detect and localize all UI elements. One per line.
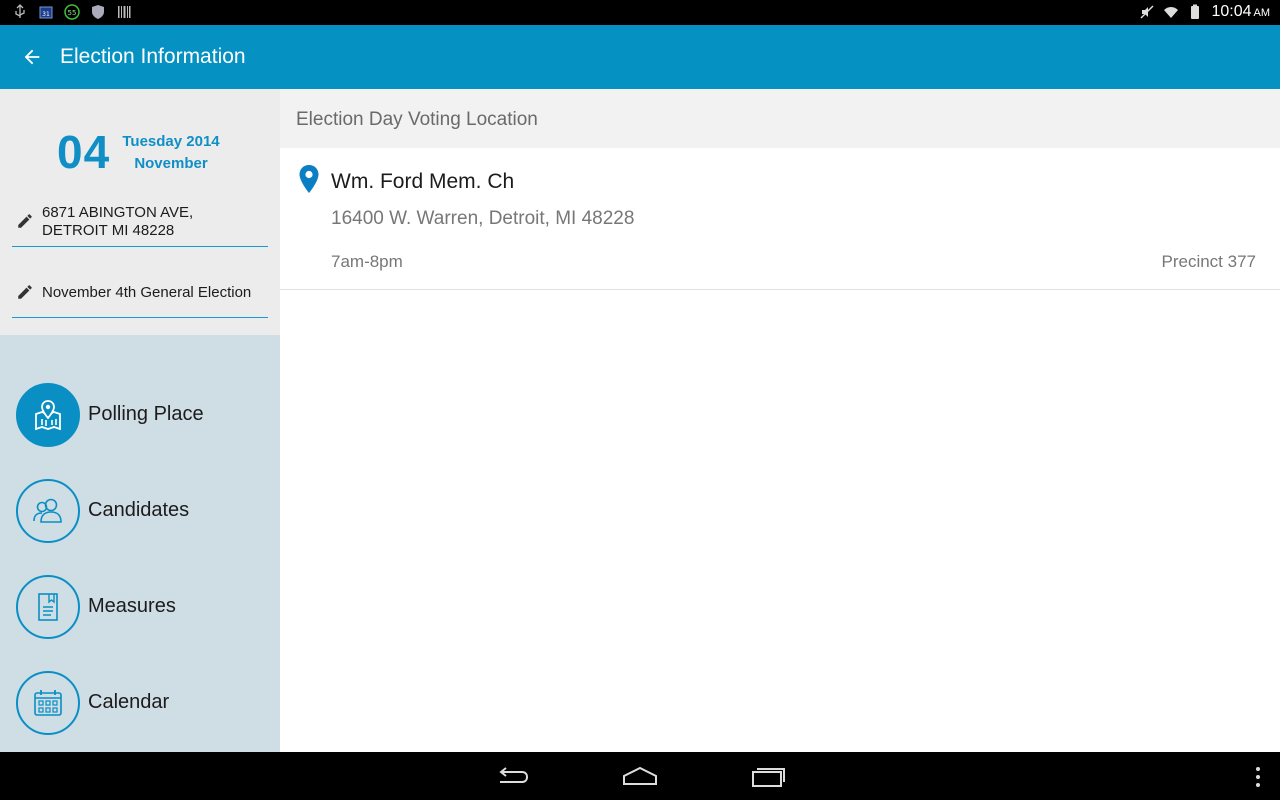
svg-text:31: 31 — [42, 11, 50, 18]
usb-icon — [12, 4, 28, 20]
nav-item-calendar[interactable]: Calendar — [16, 671, 266, 735]
calendar-icon: 31 — [38, 4, 54, 20]
address-line1: 6871 ABINGTON AVE, — [42, 204, 194, 221]
date-weekday-year: Tuesday 2014 — [122, 133, 220, 150]
candidates-icon-circle — [16, 479, 80, 543]
system-home-button[interactable] — [620, 762, 660, 790]
address-line2: DETROIT MI 48228 — [42, 222, 175, 239]
main-content: Election Day Voting Location Wm. Ford Me… — [280, 89, 1280, 752]
calendar-icon-circle — [16, 671, 80, 735]
wifi-icon — [1164, 7, 1179, 18]
system-nav-bar — [0, 752, 1280, 800]
nav-label-candidates: Candidates — [88, 499, 190, 521]
clock-ampm: AM — [1253, 7, 1271, 19]
svg-text:55: 55 — [68, 9, 77, 17]
section-title: Election Day Voting Location — [296, 109, 538, 130]
calendar-icon — [34, 690, 62, 716]
address-text: 6871 ABINGTON AVE, DETROIT MI 48228 — [42, 204, 193, 240]
app-bar: Election Information — [0, 25, 1280, 89]
notification-icons: 31 55 — [12, 4, 132, 20]
people-icon — [33, 498, 62, 523]
nav-label-polling-place: Polling Place — [88, 403, 204, 425]
battery-icon — [1191, 4, 1200, 19]
pencil-icon — [18, 285, 32, 299]
section-header: Election Day Voting Location — [280, 89, 1280, 148]
date-day: 04 — [57, 126, 111, 178]
location-hours: 7am-8pm — [331, 252, 403, 271]
polling-place-icon-circle — [16, 383, 80, 447]
date-month: November — [134, 155, 208, 172]
back-nav-icon — [499, 767, 529, 783]
shield-icon — [90, 4, 106, 20]
arrow-left-icon — [24, 49, 40, 65]
mute-icon — [1140, 5, 1154, 19]
status-icons: 10:04 AM — [1139, 3, 1270, 21]
map-pin-icon — [35, 400, 61, 431]
election-summary: 04 Tuesday 2014 November 6871 ABINGTON A… — [0, 89, 280, 335]
pencil-icon — [18, 214, 32, 228]
location-precinct: Precinct 377 — [1161, 252, 1257, 271]
nav-label-calendar: Calendar — [88, 691, 170, 713]
overflow-menu-icon[interactable] — [1254, 766, 1262, 788]
clock: 10:04 AM — [1211, 3, 1270, 21]
recents-nav-icon — [752, 768, 785, 787]
back-button[interactable] — [18, 43, 46, 71]
address-field[interactable]: 6871 ABINGTON AVE, DETROIT MI 48228 — [12, 203, 268, 247]
home-nav-icon — [623, 766, 657, 785]
nav-item-measures[interactable]: Measures — [16, 575, 266, 639]
nav-label-measures: Measures — [88, 595, 176, 617]
system-back-button[interactable] — [492, 762, 532, 790]
election-name: November 4th General Election — [42, 284, 252, 301]
location-card[interactable]: Wm. Ford Mem. Ch 16400 W. Warren, Detroi… — [280, 148, 1280, 290]
badge-55-icon: 55 — [64, 4, 80, 20]
location-address: 16400 W. Warren, Detroit, MI 48228 — [331, 208, 635, 229]
election-field[interactable]: November 4th General Election — [12, 274, 268, 318]
nav-item-candidates[interactable]: Candidates — [16, 479, 266, 543]
nav-item-polling-place[interactable]: Polling Place — [16, 383, 266, 447]
clock-time: 10:04 — [1211, 3, 1252, 20]
location-name: Wm. Ford Mem. Ch — [331, 170, 515, 193]
status-bar: 31 55 10:04 AM — [0, 0, 1280, 25]
system-recents-button[interactable] — [748, 762, 788, 790]
barcode-icon — [116, 4, 132, 20]
measures-icon-circle — [16, 575, 80, 639]
document-icon — [38, 593, 58, 621]
left-panel: 04 Tuesday 2014 November 6871 ABINGTON A… — [0, 89, 280, 752]
app-title: Election Information — [60, 45, 246, 68]
location-pin-icon — [299, 165, 319, 193]
